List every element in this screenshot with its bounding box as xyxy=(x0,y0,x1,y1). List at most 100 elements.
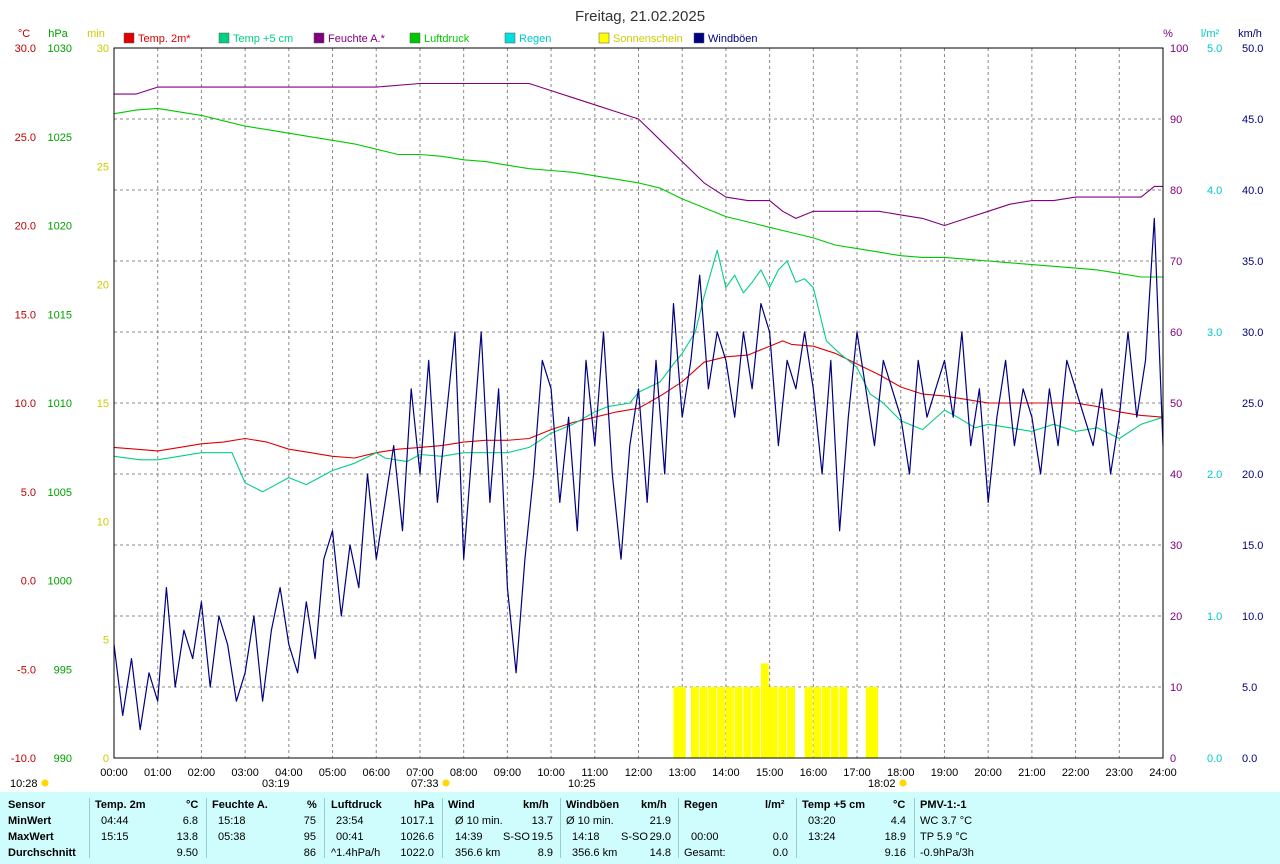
legend-swatch xyxy=(123,32,135,44)
rain-header: Regen xyxy=(684,799,718,811)
sunshine-bar xyxy=(830,687,839,758)
sunshine-tick-label: 0 xyxy=(103,753,109,765)
weather-chart: Freitag, 21.02.2025 °C hPa min % l/m² km… xyxy=(10,8,1263,790)
x-tick-label: 09:00 xyxy=(494,767,522,779)
x-tick-label: 13:00 xyxy=(668,767,696,779)
wind-tick-label: 5.0 xyxy=(1242,682,1257,694)
temp2m-header: Temp. 2m xyxy=(95,799,146,811)
sunshine-bars xyxy=(673,663,879,758)
temp5cm-header: Temp +5 cm xyxy=(802,799,866,811)
sunshine-bar xyxy=(839,687,848,758)
temp2m-min-time: 04:44 xyxy=(101,815,129,827)
gusts-distance: 356.6 km xyxy=(572,847,618,859)
statistics-table: Sensor MinWert MaxWert Durchschnitt Temp… xyxy=(0,792,1280,864)
rain-max-value: 0.0 xyxy=(772,831,788,843)
legend-swatch xyxy=(409,32,421,44)
pressure-max-time: 00:41 xyxy=(336,831,364,843)
sunshine-tick-label: 30 xyxy=(97,43,109,55)
humidity-avg: 86 xyxy=(303,847,316,859)
pressure-unit: hPa xyxy=(48,28,68,40)
legend-swatch xyxy=(218,32,230,44)
x-tick-label: 10:00 xyxy=(537,767,565,779)
x-tick-label: 17:00 xyxy=(843,767,871,779)
humidity-min-time: 15:18 xyxy=(218,815,246,827)
pressure-min-time: 23:54 xyxy=(336,815,364,827)
gusts-header: Windböen xyxy=(566,799,620,811)
legend-swatch xyxy=(598,32,610,44)
sunshine-tick-label: 5 xyxy=(103,635,109,647)
gusts-unit: km/h xyxy=(641,799,667,811)
sunshine-tick-label: 10 xyxy=(97,516,109,528)
sunrise-icon xyxy=(442,779,450,787)
wind-max-value: 19.5 xyxy=(531,831,553,843)
wind-unit: km/h xyxy=(523,799,549,811)
humidity-header: Feuchte A. xyxy=(212,799,268,811)
legend-swatch xyxy=(313,32,325,44)
wind-unit: km/h xyxy=(1238,28,1262,40)
chart-title: Freitag, 21.02.2025 xyxy=(575,8,705,25)
right-axes: 10090807060504030201005.04.03.02.01.00.0… xyxy=(1170,43,1263,765)
legend-label: Feuchte A.* xyxy=(328,33,386,45)
legend-label: Temp +5 cm xyxy=(233,33,293,45)
legend-swatch xyxy=(504,32,516,44)
pressure-tick-label: 1015 xyxy=(48,309,72,321)
moon1-label: 03:19 xyxy=(262,778,290,790)
sunset-icon xyxy=(899,779,907,787)
humidity-min: 75 xyxy=(303,815,316,827)
sunshine-unit: min xyxy=(87,28,105,40)
sunshine-bar xyxy=(725,687,734,758)
wind-avg-value: 8.9 xyxy=(537,847,553,859)
row-label-avg: Durchschnitt xyxy=(8,847,76,859)
rain-total-label: Gesamt: xyxy=(684,847,726,859)
wind-tick-label: 25.0 xyxy=(1242,398,1263,410)
temp2m-avg: 9.50 xyxy=(176,847,198,859)
sunshine-tick-label: 15 xyxy=(97,398,109,410)
sunshine-bar xyxy=(743,687,752,758)
wind-avg10-label: Ø 10 min. xyxy=(455,815,503,827)
sunshine-bar xyxy=(813,687,822,758)
x-tick-label: 23:00 xyxy=(1106,767,1134,779)
x-tick-label: 21:00 xyxy=(1018,767,1046,779)
sunshine-bar xyxy=(699,687,708,758)
rain-tick-label: 1.0 xyxy=(1207,611,1222,623)
x-tick-label: 24:00 xyxy=(1149,767,1177,779)
row-label-max: MaxWert xyxy=(8,831,54,843)
sunshine-bar xyxy=(870,687,879,758)
wind-distance: 356.6 km xyxy=(455,847,501,859)
left-sun-icon xyxy=(41,779,49,787)
pressure-trend: ^1.4hPa/h xyxy=(331,847,381,859)
x-tick-label: 20:00 xyxy=(974,767,1002,779)
humidity-tick-label: 50 xyxy=(1170,398,1182,410)
pmv-trend: -0.9hPa/3h xyxy=(920,847,974,859)
sunshine-bar xyxy=(690,687,699,758)
wind-tick-label: 15.0 xyxy=(1242,540,1263,552)
legend-label: Windböen xyxy=(708,33,758,45)
gusts-avg10-value: 21.9 xyxy=(649,815,671,827)
temp5cm-min: 4.4 xyxy=(890,815,906,827)
rain-unit: l/m² xyxy=(1201,28,1220,40)
sunset-label: 18:02 xyxy=(868,778,896,790)
legend-label: Regen xyxy=(519,33,551,45)
humidity-tick-label: 10 xyxy=(1170,682,1182,694)
rain-max-time: 00:00 xyxy=(691,831,719,843)
temp5cm-max: 18.9 xyxy=(884,831,906,843)
x-tick-label: 15:00 xyxy=(756,767,784,779)
sunshine-bar xyxy=(734,687,743,758)
temp-tick-label: 25.0 xyxy=(15,132,36,144)
pressure-tick-label: 995 xyxy=(54,664,72,676)
sunshine-bar xyxy=(677,687,686,758)
humidity-tick-label: 40 xyxy=(1170,469,1182,481)
gusts-max-value: 29.0 xyxy=(649,831,671,843)
temp2m-max-time: 15:15 xyxy=(101,831,129,843)
humidity-tick-label: 90 xyxy=(1170,114,1182,126)
temp5cm-unit: °C xyxy=(893,799,906,811)
pressure-tick-label: 990 xyxy=(54,753,72,765)
legend-label: Sonnenschein xyxy=(613,33,683,45)
sunshine-tick-label: 20 xyxy=(97,280,109,292)
row-label-sensor: Sensor xyxy=(8,799,46,811)
x-tick-label: 01:00 xyxy=(144,767,172,779)
left-axes: 30.025.020.015.010.05.00.0-5.0-10.010301… xyxy=(11,43,109,765)
humidity-tick-label: 20 xyxy=(1170,611,1182,623)
temp5cm-min-time: 03:20 xyxy=(808,815,836,827)
temp-tick-label: -10.0 xyxy=(11,753,36,765)
